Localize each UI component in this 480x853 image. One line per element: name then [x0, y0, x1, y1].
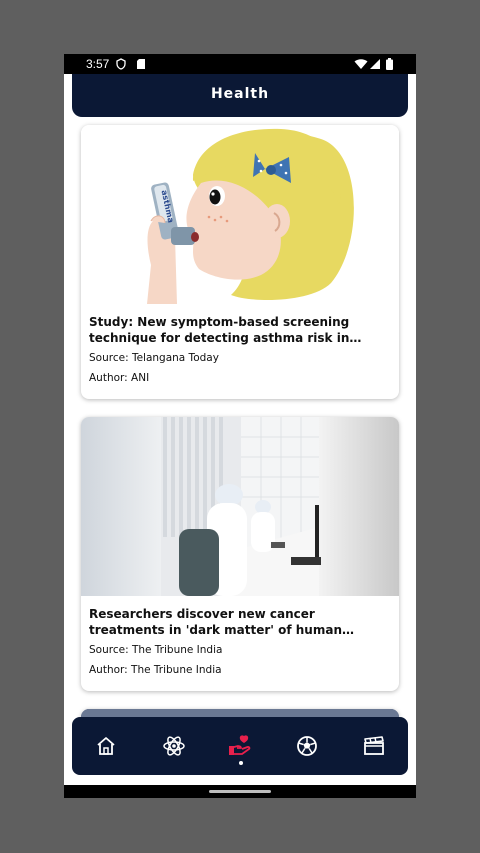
article-author: Author: ANI [89, 372, 150, 384]
asthma-illustration: asthma [81, 125, 399, 304]
article-title[interactable]: Study: New symptom-based screening techn… [89, 314, 393, 346]
status-bar: 3:57 [64, 54, 416, 74]
nav-science[interactable] [162, 734, 186, 758]
battery-icon [386, 58, 393, 70]
status-time: 3:57 [86, 57, 110, 71]
article-author: Author: The Tribune India [89, 664, 222, 676]
lab-photo [81, 417, 399, 596]
nav-health[interactable] [228, 734, 252, 765]
news-card[interactable]: Researchers discover new cancer treatmen… [81, 417, 399, 691]
article-image [81, 417, 399, 596]
article-image: asthma [81, 125, 399, 304]
page-title: Health [210, 86, 270, 102]
active-indicator [239, 761, 243, 765]
bottom-navigation [72, 717, 408, 775]
signal-icon [370, 59, 380, 69]
system-navigation-bar [64, 785, 416, 798]
home-gesture-bar[interactable] [209, 790, 271, 793]
article-source: Source: Telangana Today [89, 352, 219, 364]
vpn-icon [116, 58, 126, 70]
home-icon [97, 737, 115, 755]
news-card[interactable]: asthma Study: New symptom-based screenin… [81, 125, 399, 399]
article-source: Source: The Tribune India [89, 644, 223, 656]
app-header: Health [72, 74, 408, 117]
nav-home[interactable] [94, 734, 118, 758]
sports-icon [297, 736, 317, 756]
entertainment-icon [364, 736, 384, 755]
wifi-icon [354, 59, 368, 69]
sd-card-icon [137, 59, 145, 69]
nav-sports[interactable] [295, 734, 319, 758]
health-icon [229, 735, 251, 755]
article-title[interactable]: Researchers discover new cancer treatmen… [89, 606, 393, 638]
science-icon [163, 736, 185, 756]
phone-screen: 3:57 Health asthma Study: New symptom-ba… [64, 54, 416, 798]
nav-entertainment[interactable] [362, 734, 386, 758]
news-feed[interactable]: asthma Study: New symptom-based screenin… [64, 117, 416, 798]
